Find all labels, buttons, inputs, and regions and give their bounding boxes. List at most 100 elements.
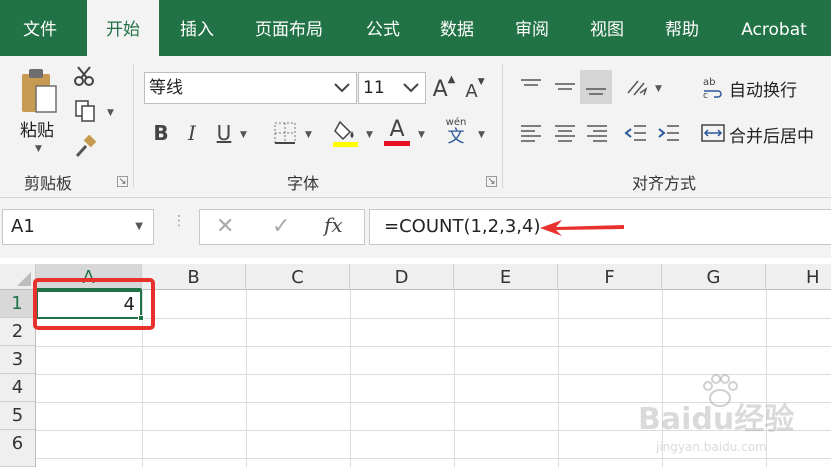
group-divider <box>502 64 503 188</box>
merge-center-button[interactable]: 合并后居中 <box>729 122 814 147</box>
orientation-icon[interactable] <box>623 74 651 100</box>
wrap-text-button[interactable]: 自动换行 <box>729 76 797 101</box>
align-left-icon[interactable] <box>517 120 545 146</box>
font-color-icon: A <box>389 116 405 142</box>
watermark-brand: Baidu经验 <box>638 402 795 437</box>
tab-view[interactable]: 视图 <box>576 0 638 56</box>
underline-button[interactable]: U <box>212 118 236 148</box>
font-group-label: 字体 <box>287 174 320 193</box>
borders-icon[interactable] <box>272 120 298 146</box>
ribbon-home: 粘贴 ▼ ▼ 剪贴板 ↘ 等线 11 A ▲ A ▼ B I U ▼ ▼ ▼ A ▼… <box>0 56 831 198</box>
clipboard-launcher-icon[interactable]: ↘ <box>117 176 128 187</box>
watermark-url: jingyan.baidu.com <box>656 440 767 454</box>
copy-icon[interactable] <box>72 98 98 124</box>
decrease-indent-icon[interactable] <box>622 120 650 146</box>
row-header-5[interactable]: 5 <box>0 402 36 430</box>
insert-function-icon[interactable]: fx <box>324 213 343 237</box>
align-center-icon[interactable] <box>551 120 579 146</box>
borders-dropdown-icon[interactable]: ▼ <box>305 130 312 140</box>
formula-bar-grip-icon[interactable]: ⋮ <box>172 214 186 228</box>
phonetic-dropdown-icon[interactable]: ▼ <box>478 130 485 140</box>
row-header-4[interactable]: 4 <box>0 374 36 402</box>
font-size-combo[interactable]: 11 <box>358 72 426 104</box>
column-header-d[interactable]: D <box>350 264 454 290</box>
gridline <box>36 346 831 347</box>
font-color-dropdown-icon[interactable]: ▼ <box>418 130 425 140</box>
grow-font-icon: A <box>432 76 448 102</box>
formula-buttons: ✕ ✓ fx <box>199 209 365 245</box>
tab-page-layout[interactable]: 页面布局 <box>240 0 338 56</box>
copy-dropdown-icon[interactable]: ▼ <box>107 108 114 118</box>
chevron-down-icon[interactable] <box>401 73 421 103</box>
column-header-c[interactable]: C <box>246 264 350 290</box>
tab-home[interactable]: 开始 <box>87 0 159 58</box>
tab-formulas[interactable]: 公式 <box>352 0 414 56</box>
highlight-annotation <box>33 278 155 330</box>
column-header-b[interactable]: B <box>142 264 246 290</box>
paste-label[interactable]: 粘贴 <box>20 116 54 141</box>
gridline <box>350 290 351 467</box>
align-middle-icon[interactable] <box>551 74 579 98</box>
row-header-2[interactable]: 2 <box>0 318 36 346</box>
paste-icon[interactable] <box>16 64 62 118</box>
enter-icon[interactable]: ✓ <box>272 214 290 239</box>
column-header-f[interactable]: F <box>558 264 662 290</box>
italic-button[interactable]: I <box>180 118 204 148</box>
name-box-dropdown-icon[interactable]: ▼ <box>135 210 143 244</box>
row-header-1[interactable]: 1 <box>0 290 36 318</box>
cut-icon[interactable] <box>72 64 96 88</box>
font-name-combo[interactable]: 等线 <box>144 72 357 104</box>
tab-file[interactable]: 文件 <box>8 0 72 56</box>
chevron-down-icon[interactable] <box>332 73 352 103</box>
watermark: Baidu经验 jingyan.baidu.com <box>638 374 818 464</box>
gridline <box>558 290 559 467</box>
tab-review[interactable]: 审阅 <box>501 0 563 56</box>
column-header-h[interactable]: H <box>766 264 831 290</box>
tab-insert[interactable]: 插入 <box>166 0 228 56</box>
font-name-value: 等线 <box>149 78 183 98</box>
name-box-value: A1 <box>11 216 35 237</box>
phonetic-guide-button[interactable]: wén 文 <box>442 116 470 148</box>
row-header-3[interactable]: 3 <box>0 346 36 374</box>
gridline <box>246 290 247 467</box>
font-color-button[interactable]: A <box>383 116 411 148</box>
column-header-e[interactable]: E <box>454 264 558 290</box>
bold-button[interactable]: B <box>149 118 173 148</box>
tab-help[interactable]: 帮助 <box>651 0 713 56</box>
align-right-icon[interactable] <box>583 120 611 146</box>
fill-color-dropdown-icon[interactable]: ▼ <box>366 130 373 140</box>
tab-acrobat[interactable]: Acrobat <box>732 0 816 56</box>
grow-font-button[interactable]: A ▲ <box>431 74 457 104</box>
gridline <box>36 318 831 319</box>
shrink-font-button[interactable]: A ▼ <box>462 76 488 106</box>
formula-bar: A1 ▼ ⋮ ✕ ✓ fx =COUNT(1,2,3,4) <box>0 198 831 258</box>
group-divider <box>133 64 134 188</box>
align-top-icon[interactable] <box>517 74 545 98</box>
orientation-dropdown-icon[interactable]: ▼ <box>655 84 662 94</box>
clipboard-group-label: 剪贴板 <box>24 174 73 193</box>
align-bottom-icon[interactable] <box>580 70 612 104</box>
column-header-h-label: H <box>806 267 820 288</box>
shrink-font-icon: A <box>465 80 478 102</box>
row-header-6[interactable]: 6 <box>0 430 36 467</box>
font-size-value: 11 <box>363 78 385 98</box>
ribbon-tab-bar: 文件 开始 插入 页面布局 公式 数据 审阅 视图 帮助 Acrobat <box>0 0 831 58</box>
fill-color-icon[interactable] <box>332 118 360 148</box>
wrap-text-icon[interactable]: ab c <box>701 74 725 100</box>
alignment-group-label: 对齐方式 <box>632 174 697 193</box>
font-launcher-icon[interactable]: ↘ <box>486 176 497 187</box>
paste-dropdown-icon[interactable]: ▼ <box>35 144 42 154</box>
name-box[interactable]: A1 ▼ <box>2 209 154 245</box>
tab-data[interactable]: 数据 <box>426 0 488 56</box>
gridline <box>454 290 455 467</box>
column-header-g[interactable]: G <box>662 264 766 290</box>
select-all-corner[interactable] <box>0 264 36 290</box>
increase-indent-icon[interactable] <box>655 120 683 146</box>
format-painter-icon[interactable] <box>72 134 98 160</box>
underline-dropdown-icon[interactable]: ▼ <box>240 130 247 140</box>
svg-text:ab: ab <box>703 77 715 88</box>
phonetic-icon: 文 <box>447 127 465 147</box>
merge-center-icon[interactable] <box>701 120 725 146</box>
cancel-icon[interactable]: ✕ <box>216 214 234 239</box>
font-color-swatch <box>384 140 410 146</box>
